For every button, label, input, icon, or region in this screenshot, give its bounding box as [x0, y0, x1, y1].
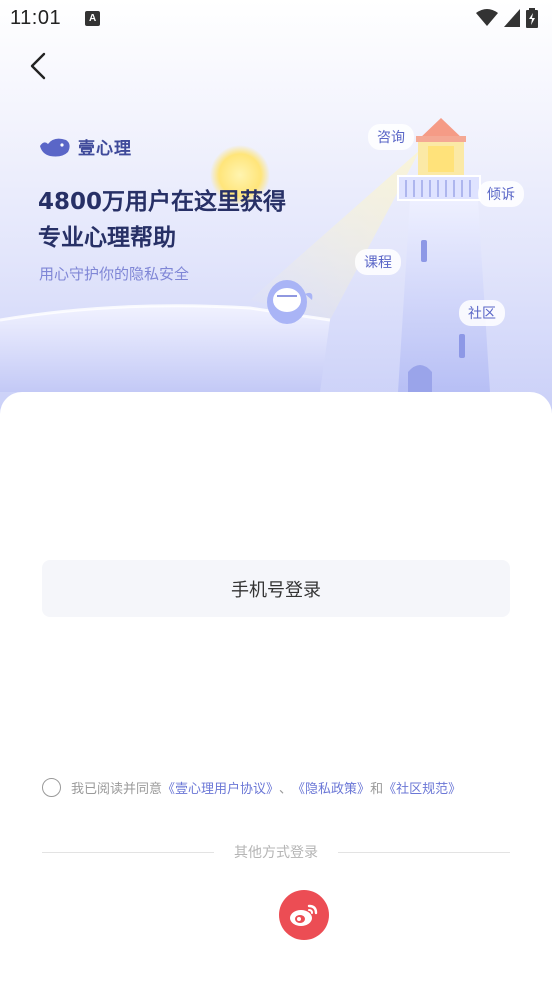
- bubble-talk: 倾诉: [478, 181, 524, 207]
- divider-left: [42, 851, 214, 853]
- app-logo: 壹心理: [38, 134, 132, 159]
- whale-logo-icon: [40, 138, 70, 156]
- agreement-prefix: 我已阅读并同意: [71, 782, 163, 797]
- bubble-community: 社区: [459, 300, 505, 326]
- signal-icon: [504, 9, 520, 27]
- notification-icon: A: [85, 10, 101, 26]
- privacy-policy-link[interactable]: 《隐私政策》: [292, 778, 370, 797]
- user-agreement-link[interactable]: 《壹心理用户协议》: [162, 778, 279, 797]
- status-time: 11:01: [10, 6, 62, 29]
- bubble-course: 课程: [355, 249, 401, 275]
- divider-right: [338, 851, 510, 853]
- other-login-label: 其他方式登录: [234, 845, 318, 861]
- status-bar: 11:01 A: [0, 0, 552, 36]
- login-card: 手机号登录 我已阅读并同意 《壹心理用户协议》 、 《隐私政策》 和 《社区规范…: [0, 392, 552, 983]
- battery-icon: [526, 8, 538, 28]
- hero-banner: 11:01 A 壹心理 4800万用户在这里获得 专业心理帮助 用心守护你的隐私…: [0, 0, 552, 420]
- chevron-left-icon: [30, 52, 46, 80]
- weibo-login-button[interactable]: [279, 890, 329, 940]
- hero-headline: 4800万用户在这里获得 专业心理帮助: [38, 184, 338, 256]
- agreement-separator: 、: [279, 782, 293, 797]
- weibo-icon: [290, 904, 318, 926]
- agreement-row: 我已阅读并同意 《壹心理用户协议》 、 《隐私政策》 和 《社区规范》: [42, 778, 461, 797]
- headline-line-2: 专业心理帮助: [38, 225, 176, 251]
- phone-login-button[interactable]: 手机号登录: [42, 560, 510, 617]
- back-button[interactable]: [22, 50, 54, 82]
- agreement-checkbox[interactable]: [42, 778, 61, 797]
- agreement-and: 和: [370, 782, 384, 797]
- other-login-divider: 其他方式登录: [42, 842, 510, 862]
- community-rules-link[interactable]: 《社区规范》: [383, 778, 461, 797]
- bubble-consult: 咨询: [368, 124, 414, 150]
- logo-text: 壹心理: [78, 139, 132, 159]
- wifi-icon: [476, 9, 498, 26]
- hero-subline: 用心守护你的隐私安全: [39, 265, 190, 283]
- status-icons: [476, 8, 538, 28]
- headline-line-1: 4800万用户在这里获得: [38, 189, 287, 215]
